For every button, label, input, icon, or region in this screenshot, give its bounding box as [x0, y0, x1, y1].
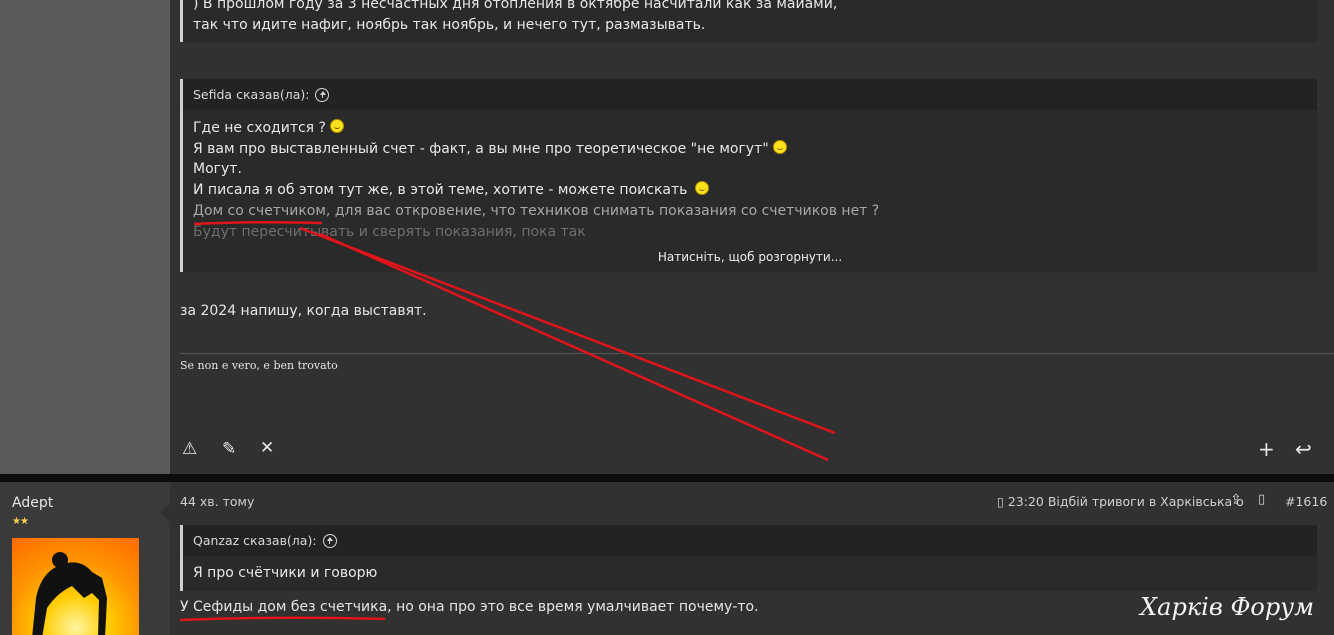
post-2-message: У Сефиды дом без счетчика, но она про эт…: [180, 599, 759, 615]
laughing-smiley-icon: [695, 181, 710, 196]
quote-block: Sefida сказав(ла): Где не сходится ? Я в…: [180, 79, 1317, 272]
previous-quote-line-2: так что идите нафиг, ноябрь так ноябрь, …: [193, 16, 706, 33]
post-1: ) В прошлом году за 3 несчастных дня ото…: [0, 0, 1334, 474]
expand-quote-button[interactable]: Натисніть, щоб розгорнути...: [183, 250, 1317, 264]
signature-divider: [180, 353, 1334, 354]
quote-line: И писала я об этом тут же, в этой теме, …: [183, 180, 1317, 201]
quote-line: Где не сходится ?: [183, 118, 1317, 139]
avatar-pointer: [160, 504, 170, 522]
post-1-message: за 2024 напишу, когда выставят.: [180, 303, 427, 319]
alert-notice[interactable]: ▯ 23:20 Відбій тривоги в Харківська о: [997, 494, 1244, 509]
quote-author: Qanzaz сказав(ла):: [193, 533, 317, 548]
quote-line-text: Я вам про выставленный счет - факт, а вы…: [193, 140, 769, 157]
post-number[interactable]: #1616: [1285, 494, 1327, 509]
quote-line: Будут пересчитывать и сверять показания,…: [193, 223, 586, 240]
signature: Se non e vero, e ben trovato: [180, 359, 338, 372]
go-to-quote-icon[interactable]: [315, 87, 330, 102]
rank-stars: ★★: [12, 516, 29, 527]
quote-body: Где не сходится ? Я вам про выставленный…: [183, 110, 1317, 264]
smiley-icon: [329, 119, 344, 133]
avatar[interactable]: [12, 538, 139, 635]
quote-line: Могут.: [193, 161, 242, 178]
quote-line: Дом со счетчиком, для вас откровение, чт…: [193, 202, 880, 219]
avatar-silhouette: [32, 552, 107, 635]
username[interactable]: Adept: [12, 495, 53, 511]
bookmark-icon[interactable]: ▯: [1258, 492, 1265, 507]
post-time[interactable]: 44 хв. тому: [180, 494, 254, 509]
post-2-user-column: Adept ★★: [0, 482, 170, 635]
post-1-content: ) В прошлом году за 3 несчастных дня ото…: [170, 0, 1334, 474]
quote-line-text: И писала я об этом тут же, в этой теме, …: [193, 182, 688, 199]
quote-text: Я про счётчики и говорю: [193, 565, 378, 581]
quote-header[interactable]: Qanzaz сказав(ла):: [183, 525, 1317, 556]
previous-quote: ) В прошлом году за 3 несчастных дня ото…: [180, 0, 1317, 42]
edit-icon[interactable]: ✎: [222, 439, 236, 459]
quote-line: Я вам про выставленный счет - факт, а вы…: [183, 139, 1317, 160]
delete-icon[interactable]: ✕: [260, 438, 274, 458]
add-icon[interactable]: +: [1258, 437, 1275, 461]
quote-line-text: Где не сходится ?: [193, 120, 326, 136]
post-1-user-column: [0, 0, 170, 474]
forum-watermark: Харків Форум: [1140, 593, 1314, 621]
previous-quote-line-1: ) В прошлом году за 3 несчастных дня ото…: [193, 0, 838, 12]
quote-block: Qanzaz сказав(ла): Я про счётчики и гово…: [180, 525, 1317, 591]
post-2: Adept ★★ 44 хв. тому ▯ 23:20 Відбій трив…: [0, 482, 1334, 635]
warning-icon[interactable]: ⚠: [182, 439, 197, 459]
reply-icon[interactable]: ↩: [1295, 437, 1312, 461]
quote-header[interactable]: Sefida сказав(ла):: [183, 79, 1317, 110]
smiley-icon: [772, 139, 787, 154]
quote-author: Sefida сказав(ла):: [193, 87, 310, 102]
share-icon[interactable]: ⇪: [1230, 492, 1242, 508]
go-to-quote-icon[interactable]: [322, 533, 337, 548]
